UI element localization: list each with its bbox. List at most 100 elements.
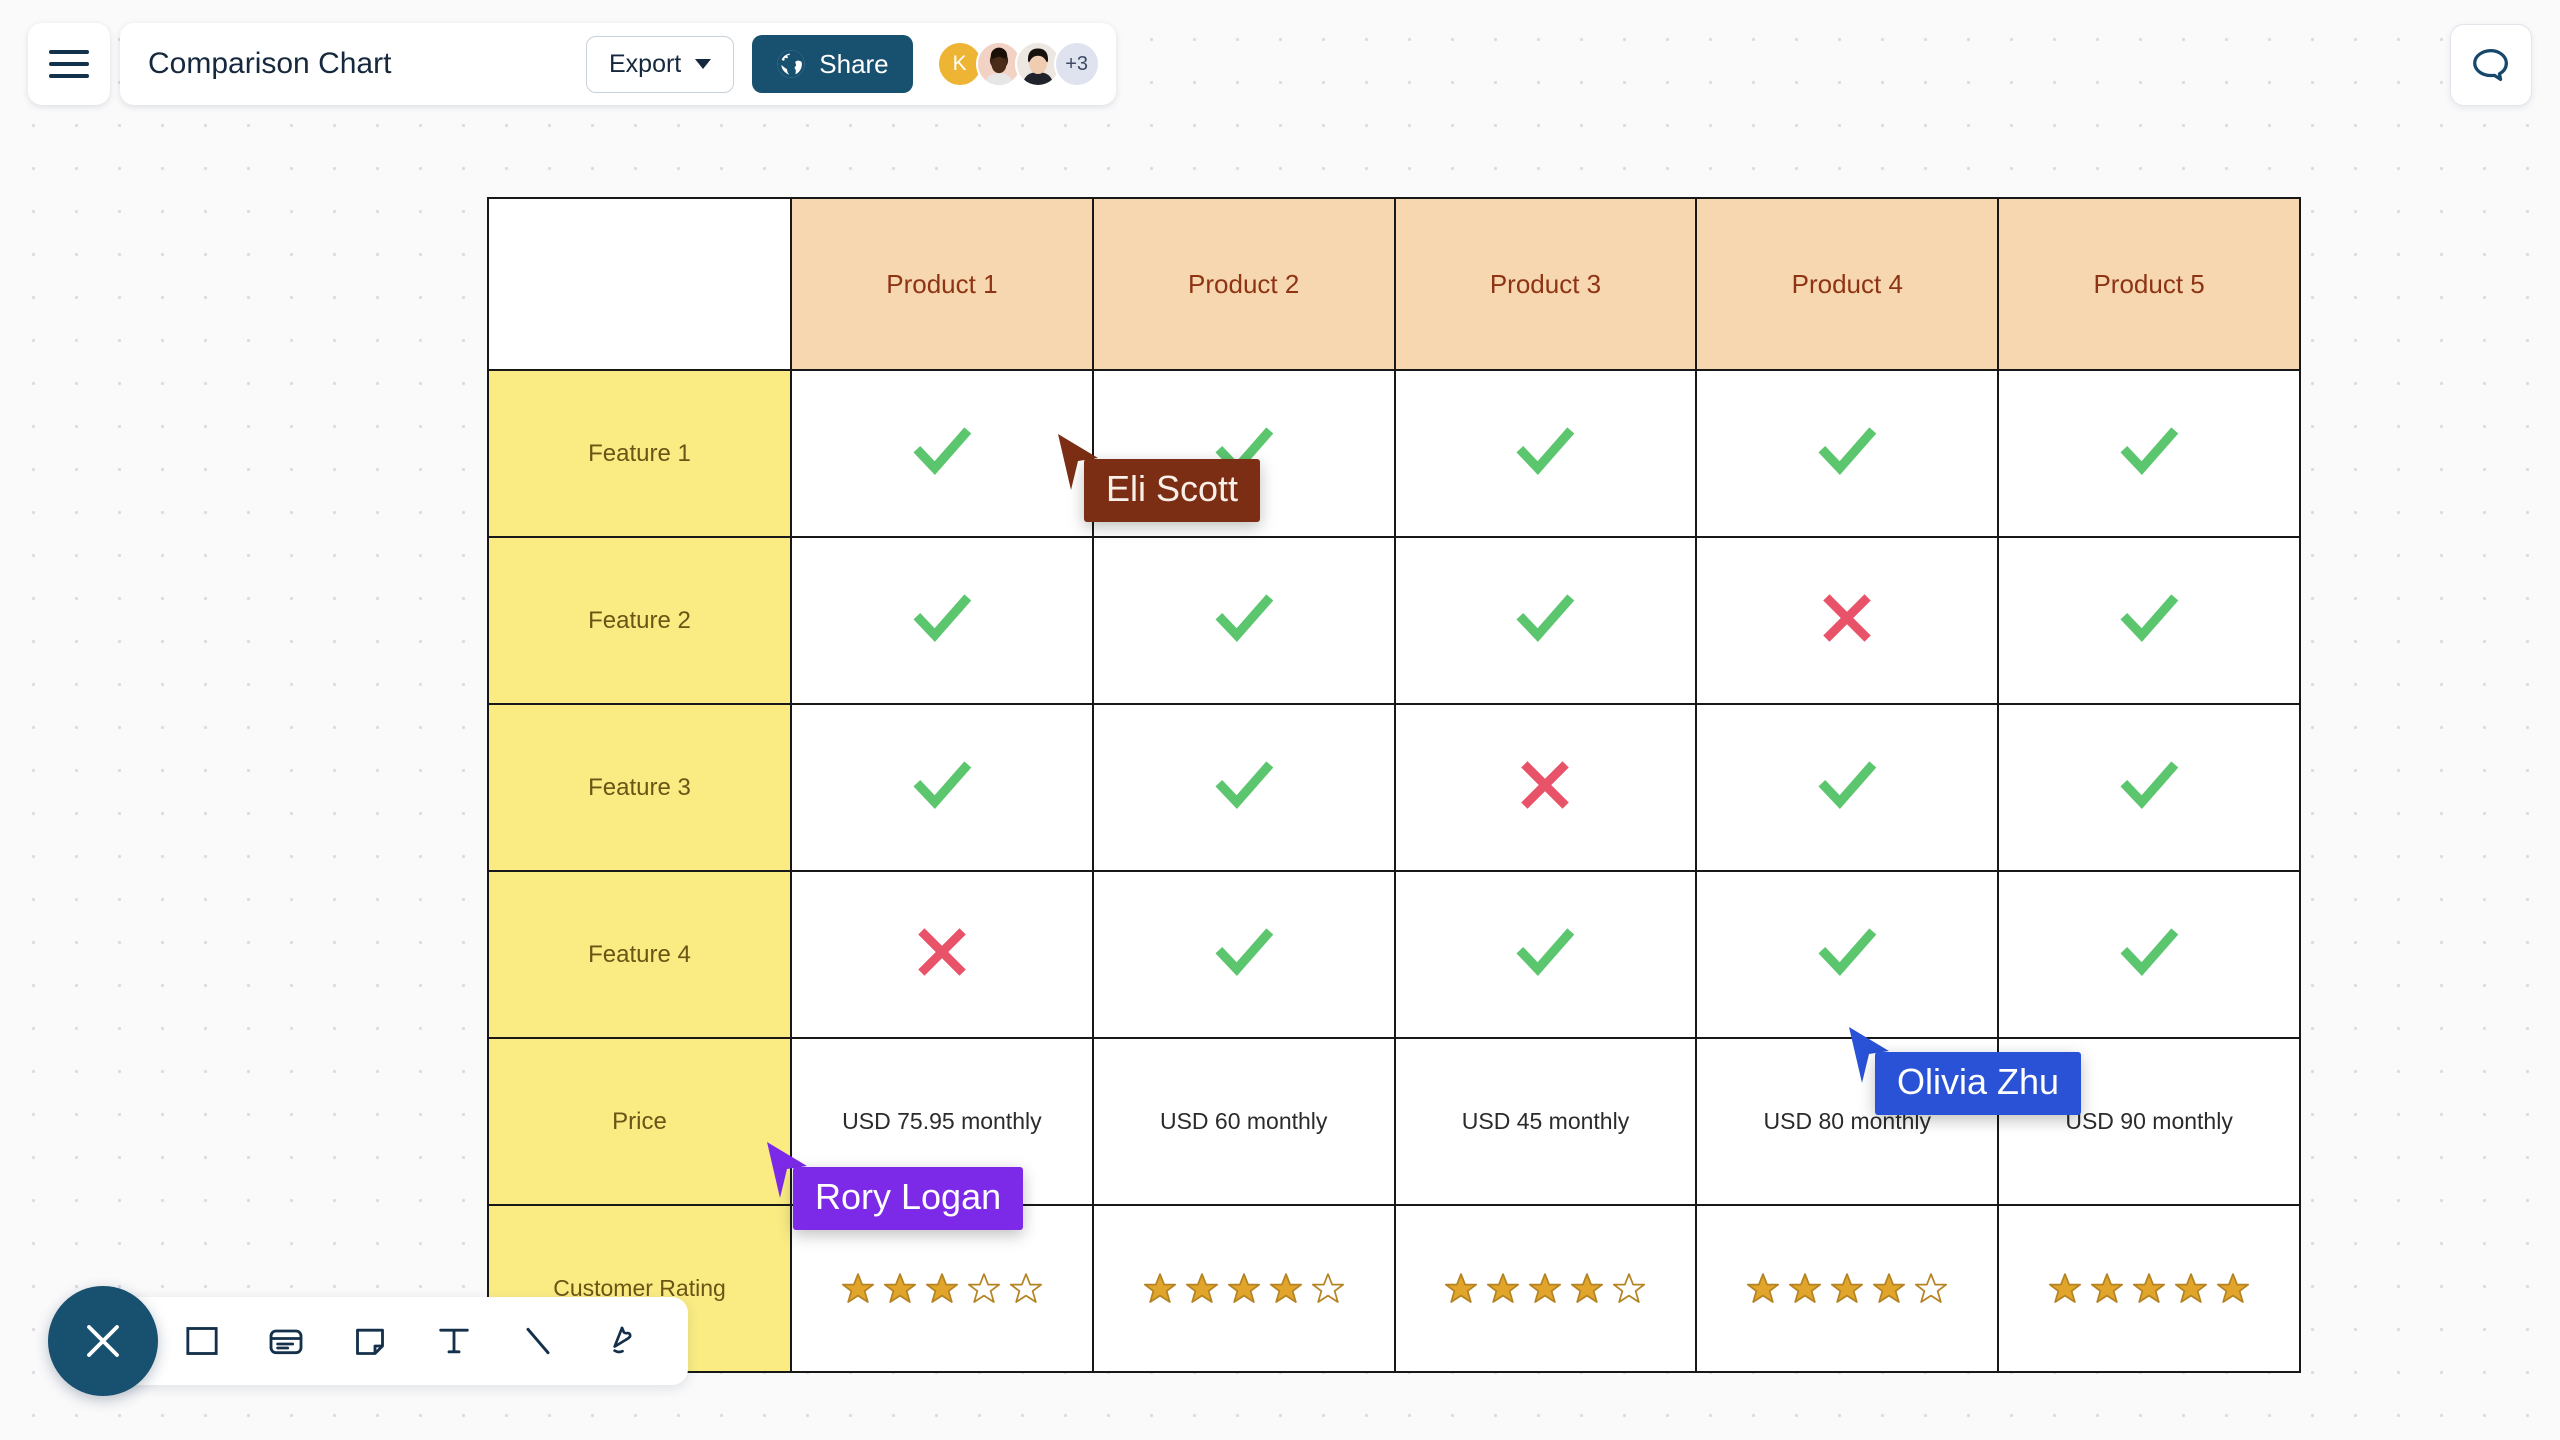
table-cell[interactable] [1997,870,2301,1039]
check-mark-icon [1215,594,1273,642]
table-corner-cell [487,197,792,371]
star-filled-icon [1789,1272,1822,1303]
star-filled-icon [1269,1272,1302,1303]
cursor-name-label: Rory Logan [793,1167,1024,1230]
star-rating [792,1270,1092,1308]
row-label: Price [487,1037,792,1206]
cursor-name-label: Eli Scott [1084,459,1261,522]
hamburger-menu-icon-bar [49,50,89,54]
table-cell[interactable] [1695,870,2000,1039]
star-empty-icon [1311,1272,1344,1303]
table-cell[interactable] [1091,536,1396,705]
star-filled-icon [1873,1272,1906,1303]
table-cell[interactable] [790,870,1094,1039]
line-tool[interactable] [516,1319,560,1363]
export-button-label: Export [609,49,682,78]
table-cell[interactable] [1695,703,2000,872]
avatar-overflow-count[interactable]: +3 [1053,41,1100,87]
table-cell[interactable] [1091,870,1396,1039]
star-filled-icon [1227,1272,1260,1303]
star-filled-icon [883,1272,916,1303]
check-mark-icon [1516,427,1575,475]
table-cell[interactable] [1997,536,2301,705]
rectangle-shape-icon [186,1327,218,1355]
row-label: Feature 3 [487,703,792,872]
text-tool-icon [439,1328,469,1354]
column-header: Product 4 [1695,197,2000,371]
card-note-tool[interactable] [264,1319,308,1363]
table-cell[interactable] [1695,1204,2000,1373]
bottom-toolbar [48,1286,688,1396]
close-x-icon [87,1325,119,1357]
table-cell[interactable] [1997,369,2301,538]
star-empty-icon [967,1272,1000,1303]
table-cell[interactable] [1997,703,2301,872]
check-mark-icon [2120,928,2179,976]
cross-mark-icon [1521,761,1570,809]
table-cell[interactable] [1091,1204,1396,1373]
price-value: USD 75.95 monthly [842,1108,1042,1134]
star-empty-icon [1009,1272,1042,1303]
table-row: Feature 1 [487,369,2301,538]
document-titlebar: Comparison Chart Export Share K +3 [120,23,1116,105]
star-filled-icon [2175,1272,2208,1303]
star-filled-icon [1445,1272,1478,1303]
price-value: USD 45 monthly [1461,1108,1630,1134]
table-row: Feature 3 [487,703,2301,872]
table-cell[interactable] [790,703,1094,872]
text-tool[interactable] [432,1319,476,1363]
table-cell[interactable]: USD 60 monthly [1091,1037,1396,1206]
table-cell[interactable]: USD 45 monthly [1393,1037,1698,1206]
star-filled-icon [1143,1272,1176,1303]
table-cell[interactable] [1393,703,1698,872]
marker-pen-icon [613,1326,632,1354]
star-rating [1697,1270,1997,1308]
row-label: Feature 1 [487,369,792,538]
row-label: Feature 2 [487,536,792,705]
table-cell[interactable] [790,1204,1094,1373]
table-cell[interactable] [1997,1204,2301,1373]
table-cell[interactable] [1091,703,1396,872]
close-toolbar-button[interactable] [48,1286,158,1396]
table-cell[interactable] [1393,536,1698,705]
collaborator-avatars: K +3 [936,41,1100,87]
sticky-note-icon [356,1328,384,1355]
table-cell[interactable] [1393,369,1698,538]
check-mark-icon [2120,594,2179,642]
star-rating [1999,1270,2299,1308]
check-mark-icon [1818,427,1877,475]
table-cell[interactable] [790,369,1094,538]
comment-button[interactable] [2450,24,2532,106]
share-button-label: Share [819,48,889,79]
table-header-row: Product 1 Product 2 Product 3 Product 4 … [487,197,2301,371]
price-value: USD 60 monthly [1159,1108,1328,1134]
comment-bubble-icon [2473,48,2508,82]
star-filled-icon [2049,1272,2082,1303]
table-cell[interactable] [1695,369,2000,538]
hamburger-menu-icon-bar [49,62,89,66]
share-button[interactable]: Share [752,35,913,93]
star-filled-icon [1747,1272,1780,1303]
star-filled-icon [1571,1272,1604,1303]
check-mark-icon [913,594,972,642]
top-toolbar: Comparison Chart Export Share K +3 [28,23,1116,105]
star-filled-icon [841,1272,874,1303]
table-cell[interactable] [1695,536,2000,705]
table-cell[interactable] [1393,870,1698,1039]
hamburger-menu-icon-bar [49,74,89,78]
check-mark-icon [2120,761,2179,809]
price-value: USD 90 monthly [2065,1108,2233,1134]
rectangle-shape-tool[interactable] [180,1319,224,1363]
star-filled-icon [925,1272,958,1303]
check-mark-icon [913,761,972,809]
row-label: Feature 4 [487,870,792,1039]
table-cell[interactable] [1393,1204,1698,1373]
comparison-table: Product 1 Product 2 Product 3 Product 4 … [487,197,2301,1373]
marker-pen-tool[interactable] [600,1319,644,1363]
export-button[interactable]: Export [586,35,735,93]
hamburger-menu-button[interactable] [28,23,110,105]
check-mark-icon [1818,928,1877,976]
table-cell[interactable] [790,536,1094,705]
sticky-note-tool[interactable] [348,1319,392,1363]
column-header: Product 1 [790,197,1094,371]
